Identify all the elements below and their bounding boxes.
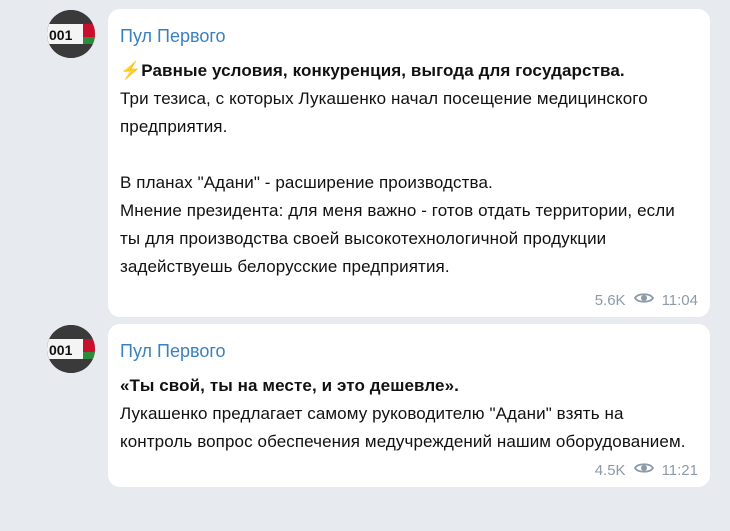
message-meta: 5.6K 11:04	[595, 291, 698, 309]
lead-line: «Ты свой, ты на месте, и это дешевле».	[120, 376, 459, 395]
message-feed: 001 Пул Первого ⚡Равные условия, конкуре…	[0, 0, 730, 531]
license-plate-image: 001	[47, 325, 95, 373]
view-count: 5.6K	[594, 291, 626, 309]
eye-icon	[633, 291, 654, 309]
view-count: 4.5K	[594, 461, 626, 479]
channel-avatar[interactable]: 001	[47, 10, 95, 58]
channel-avatar[interactable]: 001	[47, 325, 95, 373]
avatar-plate-text: 001	[49, 27, 73, 43]
text-paragraph: В планах "Адани" - расширение производст…	[120, 173, 493, 192]
author-name[interactable]: Пул Первого	[120, 340, 696, 362]
lead-line: Равные условия, конкуренция, выгода для …	[141, 61, 625, 80]
author-name[interactable]: Пул Первого	[120, 25, 696, 47]
message-time: 11:21	[661, 461, 698, 479]
message-text: «Ты свой, ты на месте, и это дешевле». Л…	[120, 372, 696, 456]
lightning-icon: ⚡	[120, 61, 142, 80]
text-paragraph: Три тезиса, с которых Лукашенко начал по…	[120, 89, 648, 136]
message-time: 11:04	[661, 291, 698, 309]
message-text: ⚡Равные условия, конкуренция, выгода для…	[120, 57, 696, 281]
text-paragraph: Мнение президента: для меня важно - гото…	[120, 201, 675, 276]
eye-icon	[633, 461, 654, 479]
text-paragraph: Лукашенко предлагает самому руководителю…	[120, 404, 686, 451]
license-plate-image: 001	[47, 10, 95, 58]
message-meta: 4.5K 11:21	[595, 461, 698, 479]
avatar-plate-text: 001	[49, 342, 73, 358]
message-bubble: Пул Первого ⚡Равные условия, конкуренция…	[108, 9, 710, 317]
message-bubble: Пул Первого «Ты свой, ты на месте, и это…	[108, 324, 710, 487]
